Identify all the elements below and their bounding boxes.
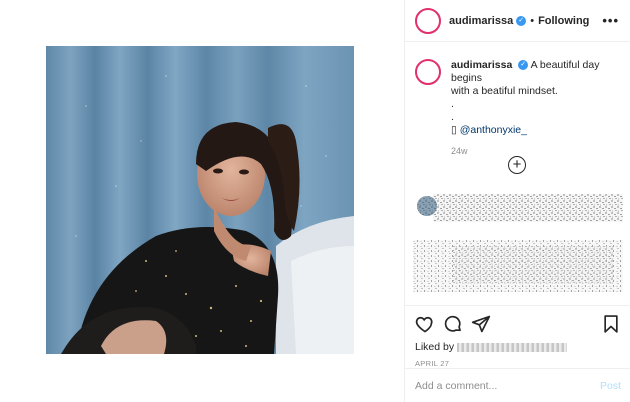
comment-box: Post — [405, 368, 630, 402]
camera-glyph: ▯ — [451, 124, 457, 136]
caption-body: audimarissa ✓ A beautiful day begins wit… — [451, 59, 625, 158]
caption-line-1: audimarissa ✓ A beautiful day begins — [451, 59, 625, 85]
verified-badge-icon: ✓ — [516, 15, 527, 26]
action-icons-row — [415, 314, 621, 338]
post-side-panel: audimarissa ✓ • Following ••• audimariss… — [404, 0, 630, 402]
caption-dot-2: . — [451, 111, 454, 123]
caption: audimarissa ✓ A beautiful day begins wit… — [415, 59, 625, 158]
portrait-image — [46, 46, 354, 354]
liked-by-blurred-name — [457, 342, 568, 352]
caption-mention-line: ▯ @anthonyxie_ — [451, 124, 625, 137]
post-actions: Liked by APRIL 27 — [405, 305, 630, 368]
liked-by-prefix: Liked by — [415, 341, 455, 353]
following-button[interactable]: Following — [538, 15, 589, 27]
liked-by-line: Liked by — [415, 341, 621, 353]
comments-section: audimarissa ✓ A beautiful day begins wit… — [405, 43, 630, 305]
caption-text-2: with a beatiful mindset. — [451, 85, 558, 97]
bookmark-icon[interactable] — [601, 314, 621, 339]
header-username[interactable]: audimarissa — [449, 15, 513, 27]
blurred-comments — [413, 188, 623, 298]
verified-badge-icon: ✓ — [518, 60, 529, 71]
add-comment-input[interactable] — [415, 379, 585, 392]
caption-username[interactable]: audimarissa — [451, 59, 512, 71]
share-icon[interactable] — [471, 314, 491, 339]
post-photo[interactable] — [46, 46, 354, 354]
load-more-comments-button[interactable]: + — [508, 156, 526, 174]
mention-link[interactable]: @anthonyxie_ — [460, 124, 527, 136]
post-media — [0, 0, 404, 402]
pixelated-area — [413, 194, 623, 292]
header-separator: • — [530, 14, 535, 27]
caption-avatar[interactable] — [415, 59, 441, 85]
more-options-icon[interactable]: ••• — [602, 13, 619, 28]
heart-icon[interactable] — [415, 314, 435, 339]
caption-dot-1: . — [451, 98, 454, 110]
avatar[interactable] — [415, 7, 441, 34]
post-header: audimarissa ✓ • Following ••• — [405, 0, 630, 42]
comment-icon[interactable] — [443, 314, 463, 339]
post-date[interactable]: APRIL 27 — [415, 359, 621, 368]
post-comment-button[interactable]: Post — [600, 380, 621, 392]
caption-time[interactable]: 24w — [451, 145, 625, 158]
